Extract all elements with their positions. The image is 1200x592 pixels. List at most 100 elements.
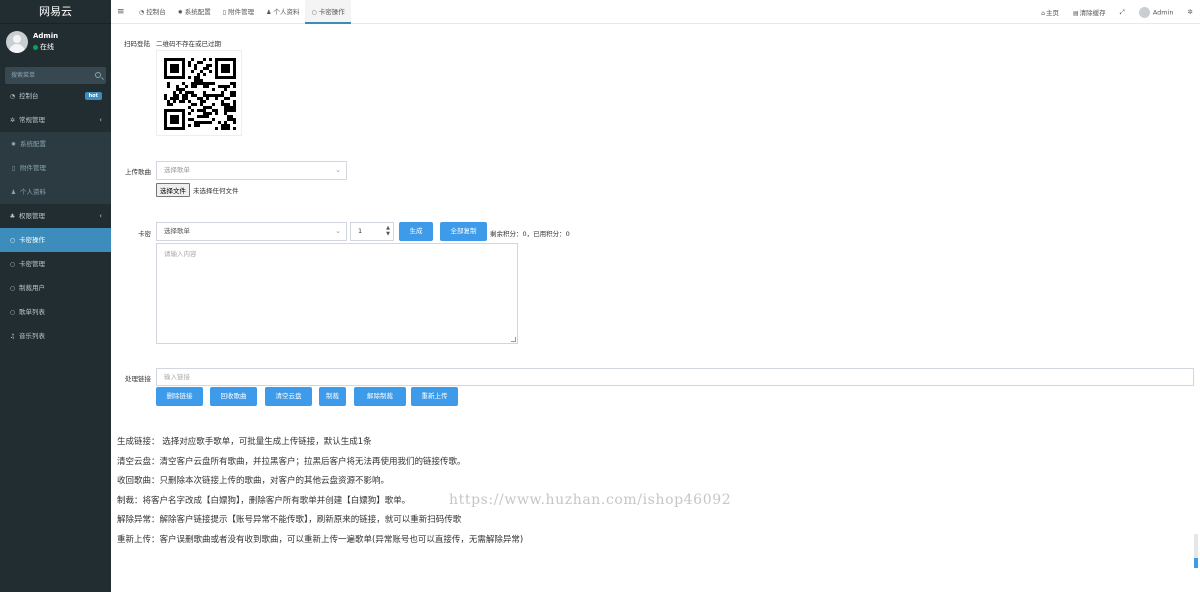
sidebar-item-music[interactable]: ♫ 音乐列表	[0, 324, 111, 348]
file-icon: ▯	[11, 165, 16, 172]
sidebar-item-label: 系统配置	[20, 140, 46, 148]
select-value: 选择歌单	[164, 227, 190, 235]
music-icon: ♫	[9, 333, 16, 340]
file-upload: 选择文件 未选择任何文件	[156, 183, 239, 197]
sidebar-item-label: 附件管理	[20, 164, 46, 172]
recall-songs-button[interactable]: 回收歌曲	[210, 387, 257, 406]
trash-icon: ▤	[1072, 10, 1079, 17]
copy-all-button[interactable]: 全部复制	[440, 222, 487, 241]
sidebar-item-label: 常规管理	[19, 116, 45, 124]
chevron-left-icon: ‹	[99, 212, 102, 220]
help-line: 生成链接： 选择对应歌手歌单，可批量生成上传链接，默认生成1条	[117, 437, 372, 447]
dashboard-icon: ◔	[9, 93, 16, 100]
card-count-value: 1	[358, 227, 363, 235]
sidebar-item-card-manage[interactable]: ○ 卡密管理	[0, 252, 111, 276]
delete-link-button[interactable]: 删除链接	[156, 387, 203, 406]
sidebar-item-playlists[interactable]: ○ 歌单列表	[0, 300, 111, 324]
qr-code-image	[164, 58, 236, 130]
user-menu[interactable]: Admin	[1132, 6, 1181, 18]
sidebar-search[interactable]	[5, 67, 106, 84]
scrollbar[interactable]	[1194, 534, 1198, 568]
user-status-text: 在线	[40, 43, 54, 51]
card-count-input[interactable]: 1 ▲ ▼	[350, 222, 394, 241]
sidebar-item-profile[interactable]: ♟ 个人资料	[0, 180, 111, 204]
sidebar-item-label: 权限管理	[19, 212, 45, 220]
sidebar-search-input[interactable]	[5, 67, 85, 84]
tab-label: 个人资料	[273, 8, 300, 16]
tab-dashboard[interactable]: ◔ 控制台	[133, 0, 172, 24]
sidebar-item-label: 制裁用户	[19, 284, 45, 292]
tab-label: 控制台	[146, 8, 166, 16]
sidebar-item-label: 音乐列表	[19, 332, 45, 340]
user-panel: Admin 在线	[0, 28, 111, 60]
sanction-button[interactable]: 制裁	[319, 387, 346, 406]
home-label: 主页	[1045, 9, 1059, 17]
main-content: 扫码登陆 二维码不存在或已过期 上传歌曲 选择歌单 ⌄ 选择文件 未选择任何文件 …	[111, 24, 1200, 592]
sidebar-item-system-config[interactable]: ✹ 系统配置	[0, 132, 111, 156]
generate-button[interactable]: 生成	[399, 222, 433, 241]
user-name: Admin	[33, 32, 59, 40]
help-line: 解除异常：解除客户链接提示【账号异常不能传歌】，刷新原来的链接，就可以重新扫码传…	[117, 515, 462, 526]
link-input[interactable]: 输入链接	[156, 368, 1194, 386]
textarea-placeholder: 请输入内容	[164, 250, 197, 258]
reupload-button[interactable]: 重新上传	[411, 387, 458, 406]
fullscreen-icon[interactable]: ⤢	[1113, 8, 1132, 17]
card-label: 卡密	[138, 230, 151, 238]
watermark: https://www.huzhan.com/ishop46092	[449, 492, 732, 508]
home-link[interactable]: ⌂主页	[1034, 7, 1066, 17]
app-logo[interactable]: 网易云	[0, 0, 111, 24]
card-output-textarea[interactable]: 请输入内容	[156, 243, 518, 344]
sidebar-item-attachments[interactable]: ▯ 附件管理	[0, 156, 111, 180]
file-status: 未选择任何文件	[193, 187, 239, 195]
upload-playlist-select[interactable]: 选择歌单 ⌄	[156, 161, 347, 180]
upload-label: 上传歌曲	[125, 168, 151, 176]
user-status: 在线	[33, 42, 54, 52]
tab-label: 卡密操作	[318, 8, 345, 16]
choose-file-button[interactable]: 选择文件	[156, 183, 190, 197]
tab-system-config[interactable]: ✹ 系统配置	[172, 0, 217, 24]
circle-icon: ○	[9, 309, 16, 316]
tab-card-ops[interactable]: ○ 卡密操作	[305, 0, 351, 24]
menu-toggle-icon[interactable]: ≡	[117, 0, 125, 24]
unsanction-button[interactable]: 解除制裁	[354, 387, 406, 406]
help-line: 重新上传：客户误删歌曲或者没有收到歌曲，可以重新上传一遍歌单(异常账号也可以直接…	[117, 534, 524, 545]
cog-icon: ✹	[177, 9, 183, 16]
home-icon: ⌂	[1041, 10, 1045, 17]
hot-badge: hot	[84, 92, 102, 100]
circle-icon: ○	[9, 237, 16, 244]
stepper-arrows-icon[interactable]: ▲ ▼	[386, 225, 390, 237]
sidebar-item-general[interactable]: ✲ 常规管理 ‹	[0, 108, 111, 132]
qr-code[interactable]	[156, 50, 242, 136]
sidebar-item-card-ops[interactable]: ○ 卡密操作	[0, 228, 111, 252]
qr-label: 扫码登陆	[124, 40, 150, 48]
tab-attachments[interactable]: ▯ 附件管理	[217, 0, 260, 24]
sidebar-item-label: 卡密操作	[19, 236, 45, 244]
clear-cloud-button[interactable]: 清空云盘	[265, 387, 312, 406]
file-icon: ▯	[222, 9, 227, 16]
card-playlist-select[interactable]: 选择歌单 ⌄	[156, 222, 347, 241]
clear-cache-label: 清除缓存	[1079, 9, 1106, 17]
tab-profile[interactable]: ♟ 个人资料	[260, 0, 305, 24]
online-dot-icon	[33, 44, 38, 50]
sidebar-item-permissions[interactable]: ♣ 权限管理 ‹	[0, 204, 111, 228]
dashboard-icon: ◔	[139, 9, 145, 16]
settings-gear-icon[interactable]: ✲	[1181, 8, 1200, 16]
tab-label: 系统配置	[184, 8, 211, 16]
clear-cache-link[interactable]: ▤清除缓存	[1066, 7, 1113, 17]
qr-note: 二维码不存在或已过期	[156, 40, 221, 48]
help-line: 收回歌曲：只删除本次链接上传的歌曲，对客户的其他云盘资源不影响。	[117, 476, 390, 487]
avatar	[1138, 6, 1150, 18]
link-placeholder: 输入链接	[164, 373, 190, 381]
user-icon: ♟	[266, 9, 272, 16]
search-icon[interactable]	[95, 72, 101, 78]
sidebar-item-label: 个人资料	[20, 188, 46, 196]
chevron-down-icon: ⌄	[335, 166, 341, 174]
select-value: 选择歌单	[164, 166, 190, 174]
sidebar-item-sanction-users[interactable]: ○ 制裁用户	[0, 276, 111, 300]
resize-handle-icon[interactable]	[511, 337, 516, 342]
group-icon: ♣	[9, 213, 16, 220]
nav-tabs: ◔ 控制台 ✹ 系统配置 ▯ 附件管理 ♟ 个人资料 ○ 卡密操作	[133, 0, 351, 24]
right-nav: ⌂主页 ▤清除缓存 ⤢ Admin ✲	[1034, 0, 1200, 24]
sidebar-item-dashboard[interactable]: ◔ 控制台 hot	[0, 84, 111, 108]
avatar	[6, 31, 28, 53]
